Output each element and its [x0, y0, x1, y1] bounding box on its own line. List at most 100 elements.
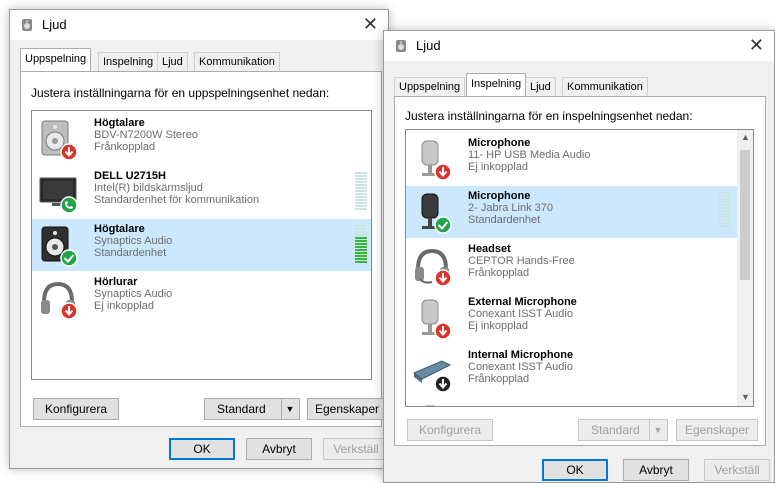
device-text: Headset CEPTOR Hands-Free Frånkopplad — [468, 243, 575, 279]
device-text: External Microphone Conexant ISST Audio … — [468, 296, 577, 332]
configure-button[interactable]: Konfigurera — [33, 398, 119, 420]
sound-dialog-recording: Ljud ✕ Uppspelning Inspelning Ljud Kommu… — [383, 30, 775, 483]
device-status: Frånkopplad — [468, 373, 530, 385]
sound-dialog-playback: Ljud ✕ Uppspelning Inspelning Ljud Kommu… — [9, 9, 389, 469]
device-name: Microphone — [468, 190, 531, 202]
list-item[interactable]: Hörlurar Synaptics Audio Ej inkopplad — [32, 272, 371, 324]
device-text: DELL U2715H Intel(R) bildskärmsljud Stan… — [94, 170, 259, 206]
scroll-thumb[interactable] — [740, 150, 750, 280]
disconnected-badge-icon — [434, 163, 452, 181]
tab-inspelning[interactable]: Inspelning — [466, 73, 527, 96]
ok-button[interactable]: OK — [542, 459, 608, 481]
instruction-text: Justera inställningarna för en inspelnin… — [405, 109, 693, 123]
device-name: Headset — [468, 243, 511, 255]
standard-split-button[interactable]: Standard ▼ — [204, 398, 300, 420]
configure-button[interactable]: Konfigurera — [407, 419, 493, 441]
list-item-selected[interactable]: Högtalare Synaptics Audio Standardenhet — [32, 219, 371, 271]
device-driver: 2- Jabra Link 370 — [468, 202, 553, 214]
apply-button[interactable]: Verkställ — [704, 459, 770, 481]
device-name: DELL U2715H — [94, 170, 166, 182]
device-name: Hörlurar — [94, 276, 138, 288]
standard-label: Standard — [217, 402, 266, 416]
list-item[interactable]: Internal Microphone Conexant ISST Audio … — [406, 345, 753, 397]
device-driver: Synaptics Audio — [94, 235, 173, 247]
tab-inspelning[interactable]: Inspelning — [98, 52, 159, 71]
device-driver: BDV-N7200W Stereo — [94, 129, 198, 141]
disconnected-badge-icon — [434, 375, 452, 393]
close-icon[interactable]: ✕ — [749, 35, 764, 56]
disconnected-badge-icon — [434, 269, 452, 287]
device-status: Standardenhet — [468, 214, 541, 226]
tab-uppspelning[interactable]: Uppspelning — [394, 77, 466, 96]
device-text: Microphone 11- HP USB Media Audio Ej ink… — [468, 137, 591, 173]
properties-button[interactable]: Egenskaper — [676, 419, 758, 441]
device-status: Ej inkopplad — [468, 161, 528, 173]
level-meter — [719, 192, 731, 228]
list-item[interactable] — [406, 398, 753, 406]
microphone-icon — [424, 405, 436, 406]
properties-button[interactable]: Egenskaper — [307, 398, 387, 420]
title-bar[interactable]: Ljud ✕ — [384, 31, 774, 61]
level-meter — [355, 172, 367, 211]
title-bar[interactable]: Ljud ✕ — [10, 10, 388, 40]
device-status: Frånkopplad — [94, 141, 156, 153]
tab-uppspelning[interactable]: Uppspelning — [20, 48, 92, 71]
default-check-badge-icon — [60, 249, 78, 267]
device-text: Microphone 2- Jabra Link 370 Standardenh… — [468, 190, 553, 226]
vertical-scrollbar[interactable]: ▲ ▼ — [737, 130, 753, 406]
device-name: Högtalare — [94, 223, 145, 235]
device-name: Internal Microphone — [468, 349, 574, 361]
disconnected-badge-icon — [60, 302, 78, 320]
device-list[interactable]: Microphone 11- HP USB Media Audio Ej ink… — [405, 129, 754, 407]
scroll-up-icon[interactable]: ▲ — [741, 132, 750, 142]
device-status: Ej inkopplad — [468, 320, 528, 332]
instruction-text: Justera inställningarna för en uppspelni… — [31, 86, 330, 100]
device-name: Microphone — [468, 137, 531, 149]
device-driver: CEPTOR Hands-Free — [468, 255, 575, 267]
window-title: Ljud — [42, 17, 67, 32]
tab-panel: Justera inställningarna för en uppspelni… — [20, 71, 387, 427]
ok-button[interactable]: OK — [169, 438, 235, 460]
device-driver: 11- HP USB Media Audio — [468, 149, 591, 161]
device-driver: Synaptics Audio — [94, 288, 173, 300]
dropdown-arrow-icon[interactable]: ▼ — [281, 399, 298, 419]
tab-kommunikation[interactable]: Kommunikation — [194, 52, 280, 71]
device-text: Internal Microphone Conexant ISST Audio … — [468, 349, 573, 385]
list-item-selected[interactable]: Microphone 2- Jabra Link 370 Standardenh… — [406, 186, 737, 238]
device-text: Högtalare BDV-N7200W Stereo Frånkopplad — [94, 117, 198, 153]
speaker-app-icon — [396, 40, 406, 52]
device-list[interactable]: Högtalare BDV-N7200W Stereo Frånkopplad … — [31, 110, 372, 380]
device-name: Högtalare — [94, 117, 145, 129]
tab-ljud[interactable]: Ljud — [525, 77, 556, 96]
list-item[interactable]: External Microphone Conexant ISST Audio … — [406, 292, 753, 344]
disconnected-badge-icon — [60, 143, 78, 161]
device-driver: Intel(R) bildskärmsljud — [94, 182, 203, 194]
dropdown-arrow-icon[interactable]: ▼ — [649, 420, 666, 440]
close-icon[interactable]: ✕ — [363, 14, 378, 35]
window-title: Ljud — [416, 38, 441, 53]
tab-kommunikation[interactable]: Kommunikation — [562, 77, 648, 96]
tab-ljud[interactable]: Ljud — [157, 52, 188, 71]
phone-badge-icon — [60, 196, 78, 214]
list-item[interactable]: Högtalare BDV-N7200W Stereo Frånkopplad — [32, 113, 371, 165]
device-driver: Conexant ISST Audio — [468, 361, 573, 373]
scroll-down-icon[interactable]: ▼ — [741, 392, 750, 402]
cancel-button[interactable]: Avbryt — [623, 459, 689, 481]
default-check-badge-icon — [434, 216, 452, 234]
device-status: Ej inkopplad — [94, 300, 154, 312]
device-name: External Microphone — [468, 296, 577, 308]
standard-label: Standard — [591, 423, 640, 437]
disconnected-badge-icon — [434, 322, 452, 340]
device-text: Hörlurar Synaptics Audio Ej inkopplad — [94, 276, 172, 312]
device-text: Högtalare Synaptics Audio Standardenhet — [94, 223, 172, 259]
level-meter — [355, 225, 367, 264]
apply-button[interactable]: Verkställ — [323, 438, 389, 460]
device-status: Standardenhet för kommunikation — [94, 194, 260, 206]
speaker-app-icon — [22, 19, 32, 31]
cancel-button[interactable]: Avbryt — [246, 438, 312, 460]
list-item[interactable]: DELL U2715H Intel(R) bildskärmsljud Stan… — [32, 166, 371, 218]
device-driver: Conexant ISST Audio — [468, 308, 573, 320]
list-item[interactable]: Headset CEPTOR Hands-Free Frånkopplad — [406, 239, 753, 291]
standard-split-button[interactable]: Standard ▼ — [578, 419, 668, 441]
list-item[interactable]: Microphone 11- HP USB Media Audio Ej ink… — [406, 133, 753, 185]
